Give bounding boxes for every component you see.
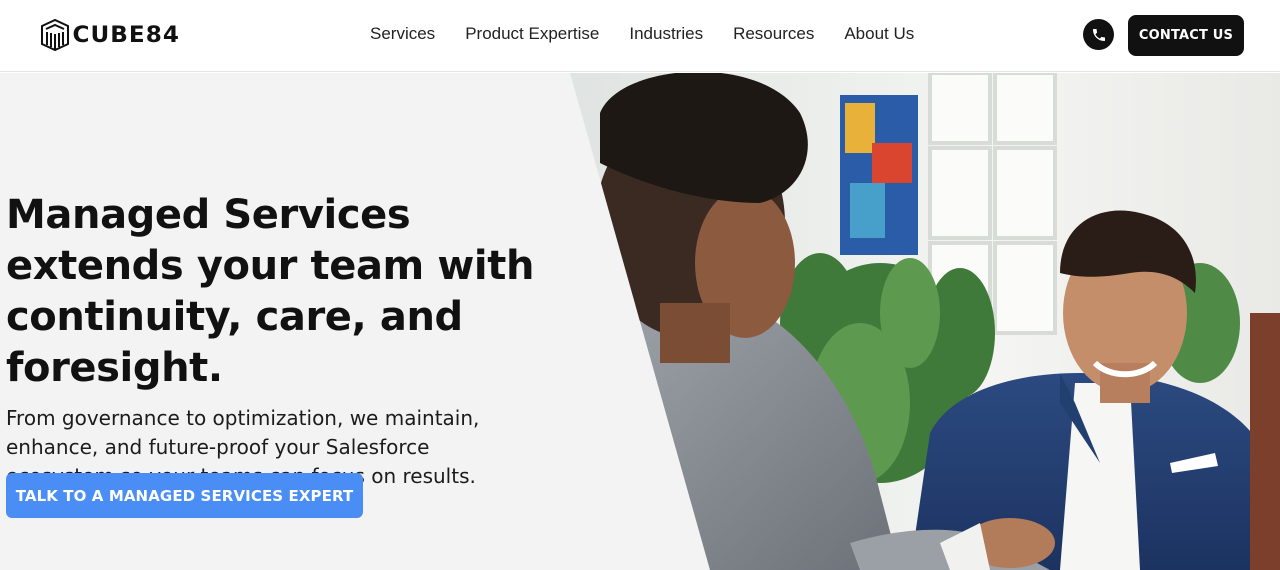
main-nav: Services Product Expertise Industries Re… [370,24,944,44]
nav-resources[interactable]: Resources [733,24,814,44]
logo[interactable]: CUBE84 [38,17,180,53]
nav-about-us[interactable]: About Us [844,24,914,44]
nav-services[interactable]: Services [370,24,435,44]
phone-button[interactable] [1083,19,1114,50]
cube-logo-icon [41,18,69,52]
logo-text: CUBE84 [72,22,180,48]
nav-product-expertise[interactable]: Product Expertise [465,24,599,44]
phone-icon [1092,28,1105,41]
hero-section: Managed Services extends your team with … [0,73,1280,570]
nav-industries[interactable]: Industries [629,24,703,44]
hero-text-block: Managed Services extends your team with … [6,190,566,491]
contact-us-button[interactable]: CONTACT US [1128,15,1244,56]
hero-headline: Managed Services extends your team with … [6,192,535,391]
site-header: CUBE84 Services Product Expertise Indust… [0,0,1280,72]
talk-to-expert-button[interactable]: TALK TO A MANAGED SERVICES EXPERT [6,473,363,518]
